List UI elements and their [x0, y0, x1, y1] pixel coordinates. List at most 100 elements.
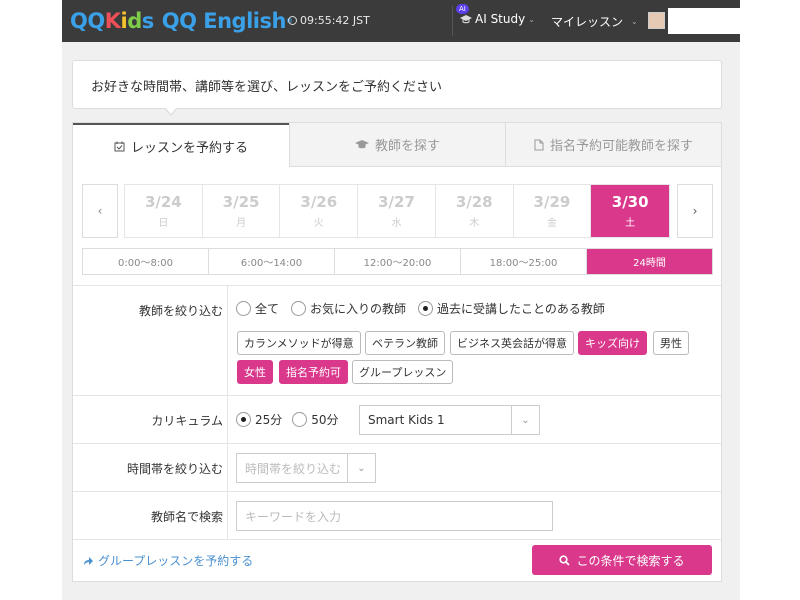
- group-lesson-link-label: グループレッスンを予約する: [98, 554, 254, 568]
- time-band-option[interactable]: 18:00〜25:00: [461, 249, 587, 274]
- tag-veteran[interactable]: ベテラン教師: [365, 331, 445, 355]
- header-divider: [452, 6, 453, 36]
- tab-find-nominable-teacher-label: 指名予約可能教師を探す: [549, 139, 693, 154]
- course-select-value: Smart Kids 1: [368, 413, 445, 427]
- time-band-option-selected[interactable]: 24時間: [587, 249, 712, 274]
- ai-study-menu[interactable]: AI Study ⌄: [460, 12, 535, 26]
- chevron-left-icon: ‹: [97, 204, 103, 218]
- curriculum-label: カリキュラム: [151, 414, 223, 428]
- date-item[interactable]: 3/24 日: [125, 185, 203, 237]
- my-lesson-menu[interactable]: マイレッスン ⌄: [551, 13, 638, 30]
- teacher-filter-radios: 全て お気に入りの教師 過去に受講したことのある教師: [236, 300, 605, 317]
- date-item[interactable]: 3/25 月: [203, 185, 281, 237]
- time-filter-select[interactable]: 時間帯を絞り込む ⌄: [236, 453, 376, 483]
- ai-study-label: AI Study: [475, 12, 526, 26]
- date-item[interactable]: 3/28 木: [436, 185, 514, 237]
- user-name-box[interactable]: [668, 8, 740, 34]
- teacher-filter-row: 教師を絞り込む 全て お気に入りの教師 過去に受講したことのある教師 カランメソ…: [73, 285, 721, 395]
- booking-panel: レッスンを予約する 教師を探す 指名予約可能教師を探す ‹ 3/24 日 3/25…: [72, 122, 722, 582]
- time-band-selector: 0:00〜8:00 6:00〜14:00 12:00〜20:00 18:00〜2…: [82, 248, 713, 275]
- time-band-option[interactable]: 12:00〜20:00: [335, 249, 461, 274]
- tag-kids[interactable]: キッズ向け: [578, 331, 647, 355]
- clock: 09:55:42 JST: [288, 14, 370, 27]
- time-filter-row: 時間帯を絞り込む 時間帯を絞り込む ⌄: [73, 443, 721, 491]
- instruction-text: お好きな時間帯、講師等を選び、レッスンをご予約ください: [91, 80, 443, 95]
- radio-50min[interactable]: 50分: [292, 411, 339, 428]
- row-divider: [227, 286, 228, 395]
- time-filter-label: 時間帯を絞り込む: [126, 462, 223, 476]
- teacher-search-label: 教師名で検索: [150, 510, 223, 524]
- search-button-label: この条件で検索する: [576, 553, 685, 568]
- chevron-down-icon: ⌄: [528, 14, 535, 24]
- share-arrow-icon: [84, 556, 93, 565]
- date-item-selected[interactable]: 3/30 土: [591, 185, 670, 237]
- radio-icon: [292, 412, 308, 427]
- curriculum-row: カリキュラム 25分 50分 Smart Kids 1 ⌄: [73, 395, 721, 443]
- search-icon: [559, 554, 571, 566]
- time-band-option[interactable]: 0:00〜8:00: [83, 249, 209, 274]
- teacher-search-placeholder: キーワードを入力: [245, 509, 342, 524]
- curriculum-radios: 25分 50分: [236, 411, 339, 428]
- chevron-down-icon: ⌄: [511, 406, 539, 434]
- graduation-cap-icon: [460, 15, 472, 24]
- avatar[interactable]: [648, 12, 665, 29]
- clock-time: 09:55:42 JST: [300, 14, 370, 27]
- chevron-down-icon: ⌄: [347, 454, 375, 482]
- radio-label: 25分: [255, 413, 283, 427]
- time-filter-placeholder: 時間帯を絞り込む: [245, 461, 342, 476]
- date-item[interactable]: 3/27 水: [358, 185, 436, 237]
- tab-bar: レッスンを予約する 教師を探す 指名予約可能教師を探す: [73, 123, 721, 167]
- date-prev-button[interactable]: ‹: [82, 184, 118, 238]
- document-icon: [534, 139, 544, 150]
- date-item[interactable]: 3/29 金: [514, 185, 592, 237]
- radio-label: 全て: [255, 302, 280, 316]
- tab-book-lesson-label: レッスンを予約する: [130, 140, 248, 156]
- date-selector: 3/24 日 3/25 月 3/26 火 3/27 水 3/28 木 3/29 金 3/30…: [124, 184, 670, 238]
- radio-icon: [291, 301, 307, 316]
- radio-past-teachers[interactable]: 過去に受講したことのある教師: [418, 300, 605, 317]
- calendar-check-icon: [114, 141, 125, 151]
- top-header: QQ Kids QQ English ® 09:55:42 JST AI AI …: [62, 0, 740, 42]
- tab-book-lesson[interactable]: レッスンを予約する: [73, 123, 289, 167]
- tag-group-lesson[interactable]: グループレッスン: [352, 360, 454, 384]
- bubble-tail-fill: [165, 107, 177, 114]
- tab-find-teacher[interactable]: 教師を探す: [289, 123, 505, 167]
- row-divider: [227, 492, 228, 539]
- radio-label: お気に入りの教師: [310, 302, 407, 316]
- radio-favorites[interactable]: お気に入りの教師: [291, 300, 406, 317]
- clock-icon: [288, 16, 297, 25]
- teacher-search-input[interactable]: キーワードを入力: [236, 501, 553, 531]
- radio-label: 50分: [311, 413, 339, 427]
- instruction-bubble: お好きな時間帯、講師等を選び、レッスンをご予約ください: [72, 60, 722, 109]
- chevron-down-icon: ⌄: [631, 17, 638, 26]
- logo-qq-text: QQ: [70, 9, 105, 33]
- qq-kids-logo[interactable]: QQ Kids QQ English ®: [70, 6, 293, 36]
- tab-find-teacher-label: 教師を探す: [374, 139, 440, 154]
- tag-male[interactable]: 男性: [653, 331, 689, 355]
- main-content: お好きな時間帯、講師等を選び、レッスンをご予約ください レッスンを予約する 教師…: [62, 42, 740, 600]
- logo-qq-english-text: QQ English: [161, 9, 287, 33]
- my-lesson-label: マイレッスン: [551, 15, 624, 29]
- tag-business-english[interactable]: ビジネス英会話が得意: [450, 331, 574, 355]
- teacher-search-row: 教師名で検索 キーワードを入力: [73, 491, 721, 539]
- tab-find-nominable-teacher[interactable]: 指名予約可能教師を探す: [505, 123, 721, 167]
- teacher-filter-label: 教師を絞り込む: [138, 304, 223, 318]
- chevron-right-icon: ›: [692, 204, 698, 218]
- search-button[interactable]: この条件で検索する: [532, 545, 712, 575]
- row-divider: [227, 444, 228, 491]
- tag-female[interactable]: 女性: [237, 360, 273, 384]
- tag-callan-method[interactable]: カランメソッドが得意: [237, 331, 361, 355]
- date-next-button[interactable]: ›: [677, 184, 713, 238]
- logo-kids-text: Kids: [104, 9, 155, 33]
- group-lesson-link[interactable]: グループレッスンを予約する: [83, 552, 253, 569]
- radio-25min[interactable]: 25分: [236, 411, 282, 428]
- graduation-cap-icon: [354, 140, 369, 149]
- time-band-option[interactable]: 6:00〜14:00: [209, 249, 335, 274]
- radio-all[interactable]: 全て: [236, 300, 279, 317]
- tag-nominable[interactable]: 指名予約可: [279, 360, 348, 384]
- radio-icon: [236, 301, 251, 316]
- row-divider: [227, 396, 228, 443]
- course-select[interactable]: Smart Kids 1 ⌄: [359, 405, 540, 435]
- radio-selected-icon: [418, 301, 434, 316]
- date-item[interactable]: 3/26 火: [280, 185, 359, 237]
